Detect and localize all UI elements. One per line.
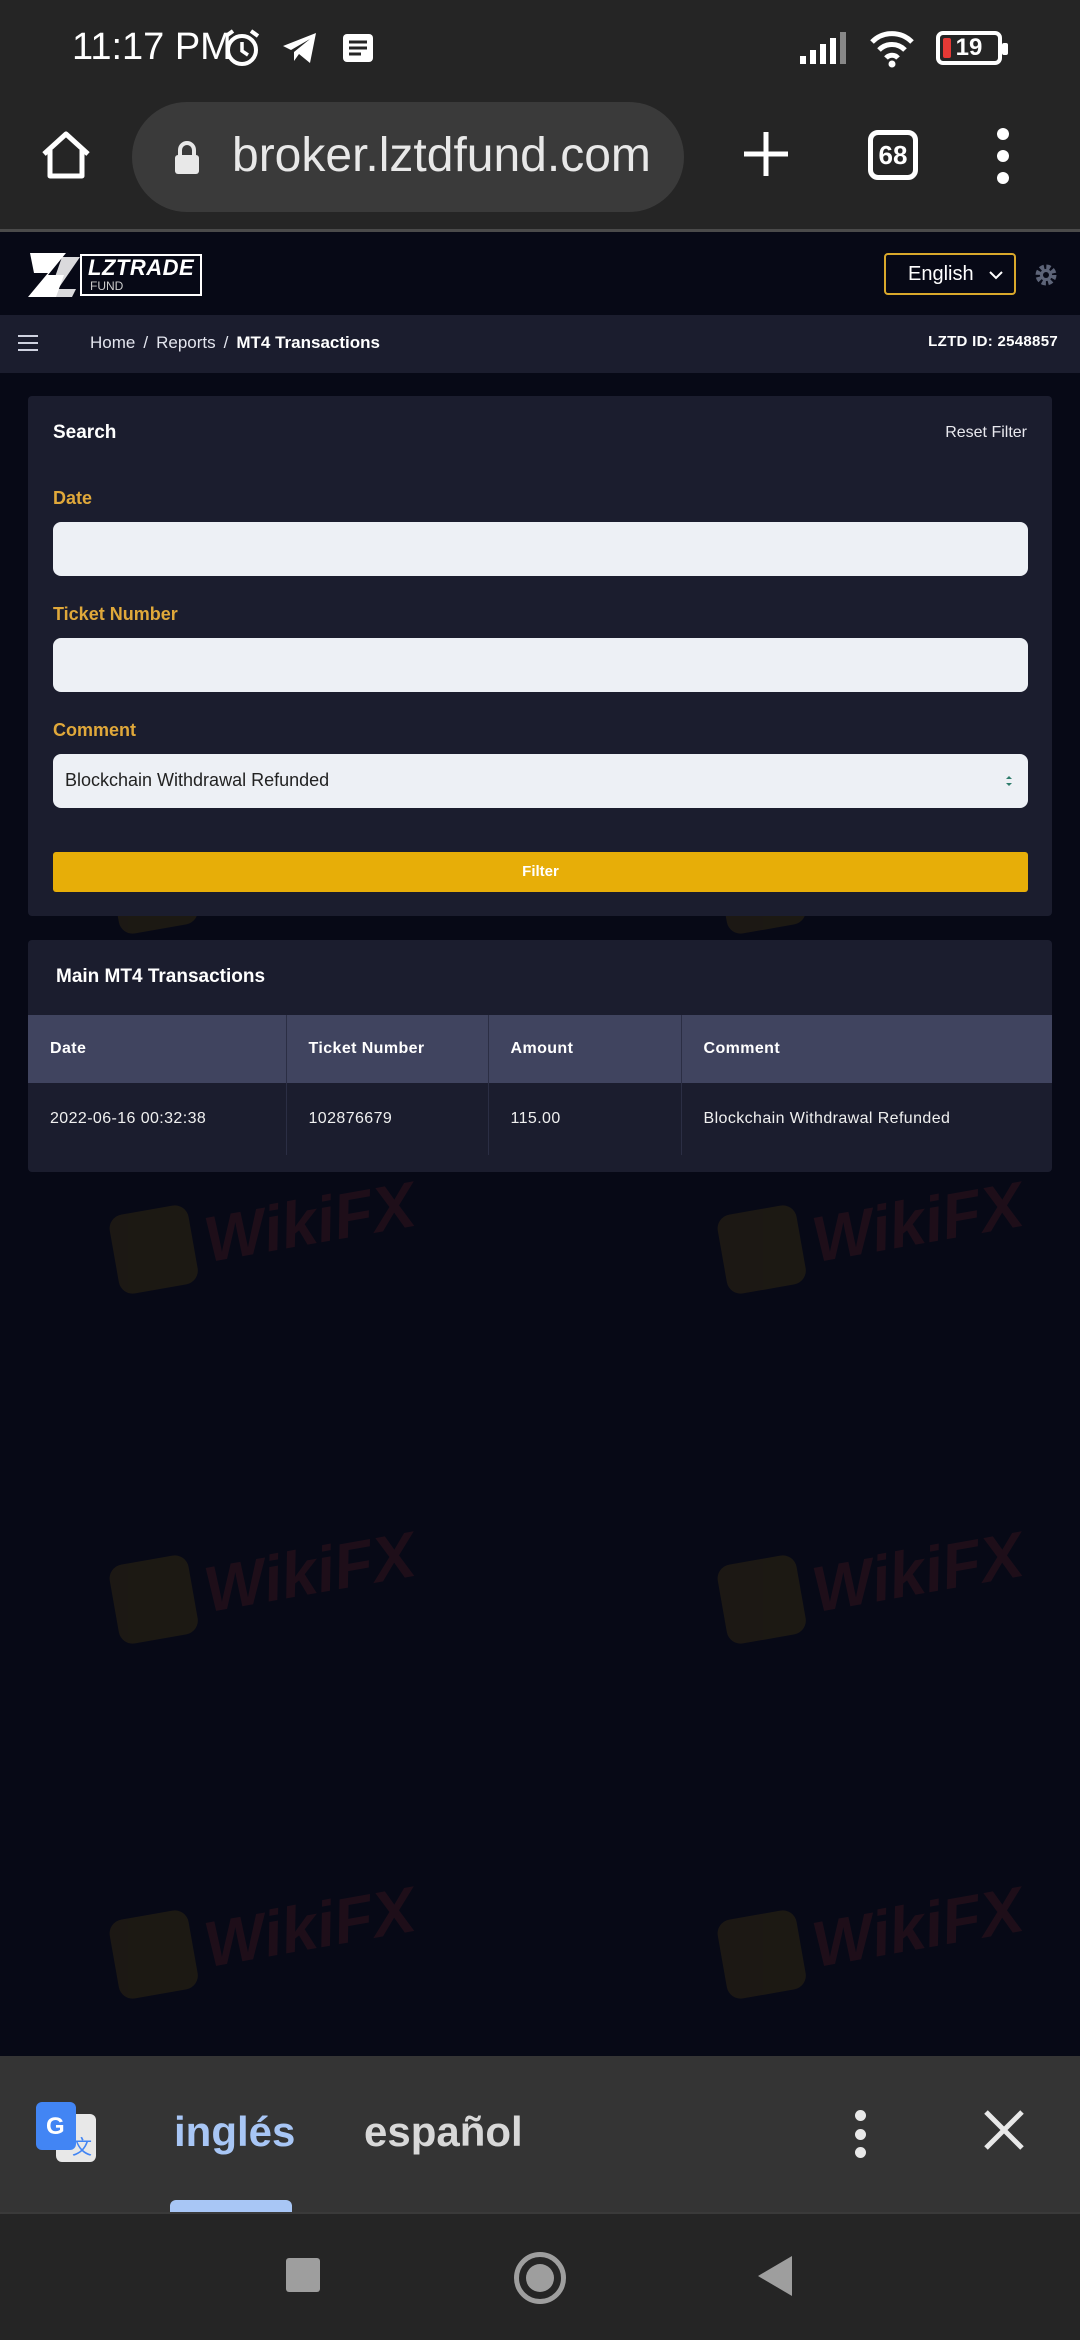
signal-icon [800, 32, 846, 64]
language-value: English [908, 263, 974, 285]
translate-bar: G文 inglés español [0, 2056, 1080, 2212]
cell-ticket-number: 102876679 [285, 1083, 488, 1155]
svg-text:G: G [46, 2113, 65, 2140]
address-bar[interactable]: broker.lztdfund.com [132, 102, 684, 212]
select-arrows-icon [1006, 776, 1012, 786]
message-icon [343, 34, 373, 62]
transactions-title: Main MT4 Transactions [56, 966, 266, 987]
breadcrumb-separator: / [143, 333, 149, 352]
breadcrumb-home[interactable]: Home [90, 333, 135, 353]
alarm-icon [224, 29, 260, 66]
url-text: broker.lztdfund.com [232, 129, 651, 182]
watermark: WikiFX [107, 1514, 421, 1646]
comment-select-value: Blockchain Withdrawal Refunded [65, 770, 330, 790]
lock-icon [175, 141, 199, 174]
google-translate-icon[interactable]: G文 [34, 2100, 100, 2166]
lztrade-logo[interactable]: LZTRADE FUND [26, 249, 203, 301]
system-icons: 19 [798, 28, 1008, 68]
target-language-tab[interactable]: español [364, 2108, 523, 2156]
table-header-row: Date Ticket Number Amount Comment [28, 1015, 1052, 1083]
date-label: Date [53, 488, 93, 508]
column-amount[interactable]: Amount [487, 1015, 681, 1083]
breadcrumb-current: MT4 Transactions [236, 333, 380, 352]
breadcrumb: Home / Reports / MT4 Transactions [90, 333, 380, 353]
watermark: WikiFX [107, 1869, 421, 2001]
search-card: Search Reset Filter Date Ticket Number C… [28, 396, 1052, 916]
status-bar: 11:17 PM 19 [0, 0, 1080, 96]
source-language-tab[interactable]: inglés [174, 2108, 295, 2156]
comment-select[interactable]: Blockchain Withdrawal Refunded [53, 754, 1028, 808]
watermark: WikiFX [107, 1164, 421, 1296]
menu-toggle-icon[interactable] [18, 335, 38, 351]
translate-menu-icon[interactable] [852, 2110, 868, 2158]
telegram-icon [283, 33, 316, 63]
breadcrumb-bar: Home / Reports / MT4 Transactions LZTD I… [0, 315, 1080, 373]
breadcrumb-separator: / [223, 333, 229, 352]
watermark: WikiFX [715, 1164, 1029, 1296]
recents-icon[interactable] [286, 2258, 320, 2292]
back-icon[interactable] [758, 2256, 792, 2296]
battery-level: 19 [955, 34, 983, 61]
site-header: LZTRADE FUND English [0, 235, 1080, 315]
reset-filter-link[interactable]: Reset Filter [945, 424, 1027, 442]
account-id: LZTD ID: 2548857 [928, 333, 1058, 350]
system-nav-bar [0, 2212, 1080, 2340]
cell-amount: 115.00 [487, 1083, 681, 1155]
browser-toolbar: broker.lztdfund.com 68 [0, 96, 1080, 232]
watermark: WikiFX [715, 1869, 1029, 2001]
gear-icon[interactable] [1032, 261, 1060, 289]
column-comment[interactable]: Comment [680, 1015, 1052, 1083]
notification-icons [222, 28, 378, 68]
transactions-card: Main MT4 Transactions Date Ticket Number… [28, 940, 1052, 1172]
logo-mark-icon [28, 253, 80, 297]
transactions-table: Date Ticket Number Amount Comment 2022-0… [28, 1015, 1052, 1155]
selected-language-indicator [170, 2200, 292, 2212]
home-icon[interactable] [38, 126, 94, 182]
chevron-down-icon [989, 271, 1003, 280]
battery-icon: 19 [936, 31, 1008, 65]
breadcrumb-reports[interactable]: Reports [156, 333, 216, 353]
browser-menu-icon[interactable] [992, 128, 1014, 184]
svg-text:文: 文 [72, 2135, 92, 2159]
comment-label: Comment [53, 720, 137, 740]
wifi-icon [870, 31, 914, 68]
nav-home-icon[interactable] [514, 2252, 566, 2304]
cell-comment: Blockchain Withdrawal Refunded [680, 1083, 1052, 1155]
tab-switcher-button[interactable]: 68 [868, 130, 918, 180]
column-ticket-number[interactable]: Ticket Number [285, 1015, 488, 1083]
new-tab-icon[interactable] [738, 126, 794, 182]
close-icon[interactable] [980, 2106, 1028, 2154]
watermark: WikiFX [715, 1514, 1029, 1646]
ticket-number-label: Ticket Number [53, 604, 178, 624]
search-title: Search [53, 422, 117, 443]
logo-text: LZTRADE FUND [80, 254, 203, 296]
language-select[interactable]: English [884, 253, 1016, 295]
filter-button[interactable]: Filter [53, 852, 1028, 892]
ticket-number-input[interactable] [53, 638, 1028, 692]
cell-date: 2022-06-16 00:32:38 [50, 1110, 207, 1127]
status-time: 11:17 PM [72, 26, 232, 68]
column-date[interactable]: Date [28, 1015, 286, 1083]
date-input[interactable] [53, 522, 1028, 576]
table-row: 2022-06-16 00:32:38 102876679 115.00 Blo… [28, 1083, 1052, 1155]
